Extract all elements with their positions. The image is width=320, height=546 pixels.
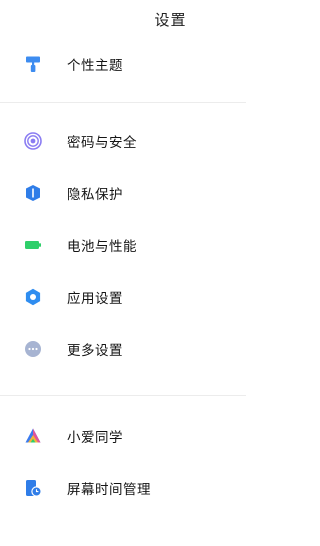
xiaoai-icon — [24, 427, 42, 445]
settings-group-services: 小爱同学 屏幕时间管理 — [0, 410, 246, 514]
settings-group-personalization: 个性主题 — [0, 38, 246, 90]
settings-item-label: 更多设置 — [67, 343, 123, 359]
settings-item-label: 小爱同学 — [67, 430, 123, 446]
settings-item-app-settings[interactable]: 应用设置 — [0, 271, 246, 323]
battery-icon — [24, 236, 42, 254]
settings-item-label: 个性主题 — [67, 58, 123, 74]
fingerprint-icon — [24, 132, 42, 150]
settings-item-label: 应用设置 — [67, 291, 123, 307]
settings-item-battery[interactable]: 电池与性能 — [0, 219, 246, 271]
settings-item-theme[interactable]: 个性主题 — [0, 38, 246, 90]
screen-time-icon — [24, 479, 42, 497]
settings-item-label: 屏幕时间管理 — [67, 482, 151, 498]
settings-item-label: 电池与性能 — [67, 239, 137, 255]
settings-item-xiaoai[interactable]: 小爱同学 — [0, 410, 246, 462]
settings-item-password-security[interactable]: 密码与安全 — [0, 115, 246, 167]
gear-icon — [24, 288, 42, 306]
settings-item-screen-time[interactable]: 屏幕时间管理 — [0, 462, 246, 514]
settings-item-privacy[interactable]: 隐私保护 — [0, 167, 246, 219]
settings-item-label: 隐私保护 — [67, 187, 123, 203]
more-dots-icon — [24, 340, 42, 358]
settings-item-label: 密码与安全 — [67, 135, 137, 151]
paint-roller-icon — [24, 55, 42, 73]
shield-icon — [24, 184, 42, 202]
settings-group-system: 密码与安全 隐私保护 电池与性能 应用设置 更多设置 — [0, 115, 246, 375]
page-title: 设置 — [154, 10, 187, 29]
settings-item-more-settings[interactable]: 更多设置 — [0, 323, 246, 375]
header-bar: 设置 — [0, 0, 246, 38]
